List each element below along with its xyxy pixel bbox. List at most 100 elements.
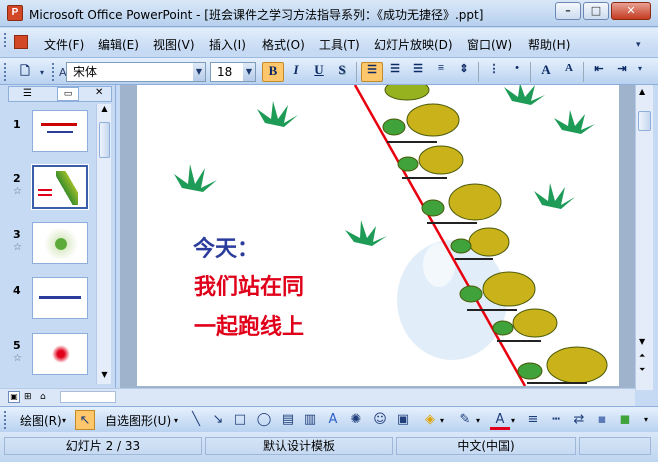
next-slide-icon[interactable]: ⏷ — [639, 365, 645, 375]
scroll-up-icon[interactable]: ▲ — [99, 104, 110, 116]
animation-star-icon: ☆ — [13, 186, 22, 197]
menu-view[interactable]: 视图(V) — [153, 36, 195, 53]
menu-help[interactable]: 帮助(H) — [528, 36, 570, 53]
slide-vertical-scrollbar[interactable]: ▲ ▼ ⏶ ⏷ — [635, 85, 653, 390]
decrease-indent-icon[interactable]: ⇤ — [588, 62, 610, 82]
slide-line-today[interactable]: 今天： — [193, 231, 259, 263]
status-template: 默认设计模板 — [205, 437, 393, 455]
drawing-toolbar: 绘图(R) ▾ ↖ 自选图形(U) ▾ ╲ ↘ □ ◯ ▤ ▥ A ✺ ☺ ▣ … — [0, 406, 658, 432]
align-left-icon[interactable]: ☰ — [361, 62, 383, 82]
slides-tab-icon[interactable]: ▭ — [57, 87, 79, 101]
h-scroll-track[interactable] — [60, 391, 116, 403]
toolbar-options-icon[interactable]: ▾ — [40, 68, 44, 77]
slide-line-3[interactable]: 一起跑线上 — [194, 309, 304, 341]
menubar-options-icon[interactable]: ▾ — [636, 40, 641, 50]
scroll-thumb[interactable] — [99, 122, 110, 158]
wordart-icon[interactable]: A — [323, 410, 343, 430]
chevron-down-icon[interactable]: ▾ — [62, 416, 66, 425]
distribute-icon[interactable]: ≡ — [430, 62, 452, 82]
line-color-icon[interactable]: ✎ — [455, 410, 475, 430]
menu-tools[interactable]: 工具(T) — [319, 36, 360, 53]
grow-font-button[interactable]: A — [535, 62, 557, 82]
scroll-down-icon[interactable]: ▼ — [99, 370, 110, 382]
underline-button[interactable]: U — [308, 62, 330, 82]
font-size-select[interactable]: 18 ▼ — [210, 62, 256, 82]
vertical-textbox-icon[interactable]: ▥ — [300, 410, 320, 430]
shadow-style-icon[interactable]: ▪ — [592, 410, 612, 430]
diagram-icon[interactable]: ✺ — [346, 410, 366, 430]
slide-sorter-icon[interactable]: ⊞ — [24, 391, 36, 403]
toolbar-more-icon[interactable]: ▾ — [644, 415, 648, 424]
chevron-down-icon[interactable]: ▾ — [174, 416, 178, 425]
slide-thumbnail-1[interactable] — [32, 110, 88, 152]
align-right-icon[interactable]: ☰ — [407, 62, 429, 82]
select-objects-icon[interactable]: ↖ — [75, 410, 95, 430]
bullets-icon[interactable]: • — [506, 62, 528, 82]
maximize-button[interactable]: □ — [583, 2, 609, 20]
thumb-text-bar — [38, 189, 52, 191]
picture-icon[interactable]: ▣ — [393, 410, 413, 430]
slideshow-view-icon[interactable]: ⌂ — [40, 391, 52, 403]
slide[interactable]: 今天： 我们站在同 一起跑线上 — [137, 85, 619, 386]
new-document-icon[interactable]: 🗋 — [14, 62, 36, 82]
chevron-down-icon[interactable]: ▼ — [243, 63, 255, 81]
normal-view-icon[interactable]: ▣ — [8, 391, 20, 403]
cartoon-figure-face — [423, 243, 455, 287]
menubar-grip — [4, 33, 7, 47]
align-center-icon[interactable]: ☰ — [384, 62, 406, 82]
slide-thumbnail-4[interactable] — [32, 277, 88, 319]
chevron-down-icon[interactable]: ▾ — [476, 416, 480, 425]
minimize-button[interactable]: – — [555, 2, 581, 20]
font-color-icon[interactable]: A — [490, 410, 510, 430]
slide-thumbnail-5[interactable] — [32, 333, 88, 375]
line-icon[interactable]: ╲ — [186, 410, 206, 430]
menu-window[interactable]: 窗口(W) — [467, 36, 512, 53]
toolbar-more-icon[interactable]: ▾ — [638, 64, 642, 73]
scroll-thumb[interactable] — [638, 111, 651, 131]
outline-tab-icon[interactable]: ☰ — [23, 88, 37, 100]
numbering-icon[interactable]: ⋮ — [483, 62, 505, 82]
rectangle-icon[interactable]: □ — [230, 410, 250, 430]
autoshapes-menu[interactable]: 自选图形(U) — [105, 412, 171, 429]
pane-tabs: ☰ ▭ ✕ — [8, 86, 112, 102]
scroll-down-icon[interactable]: ▼ — [639, 337, 645, 346]
arrow-style-icon[interactable]: ⇄ — [569, 410, 589, 430]
close-button[interactable]: ✕ — [611, 2, 651, 20]
previous-slide-icon[interactable]: ⏶ — [639, 351, 645, 361]
chevron-down-icon[interactable]: ▾ — [440, 416, 444, 425]
oval-icon[interactable]: ◯ — [254, 410, 274, 430]
fill-color-icon[interactable]: ◈ — [420, 410, 440, 430]
slide-thumbnail-2[interactable] — [31, 164, 89, 210]
close-pane-icon[interactable]: ✕ — [95, 87, 103, 98]
slide-thumbnail-3[interactable] — [32, 222, 88, 264]
menu-insert[interactable]: 插入(I) — [209, 36, 246, 53]
bold-button[interactable]: B — [262, 62, 284, 82]
menu-edit[interactable]: 编辑(E) — [98, 36, 139, 53]
shrink-font-button[interactable]: A — [558, 62, 580, 82]
powerpoint-app-icon[interactable]: P — [7, 5, 23, 21]
slide-line-2[interactable]: 我们站在同 — [194, 269, 304, 301]
menu-slideshow[interactable]: 幻灯片放映(D) — [374, 36, 453, 53]
scroll-up-icon[interactable]: ▲ — [639, 87, 645, 96]
line-spacing-icon[interactable]: ⇕ — [453, 62, 475, 82]
thumbnails-scrollbar[interactable]: ▲ ▼ — [96, 104, 111, 384]
document-icon[interactable] — [14, 35, 28, 49]
line-style-icon[interactable]: ≡ — [523, 410, 543, 430]
textbox-icon[interactable]: ▤ — [278, 410, 298, 430]
menu-file[interactable]: 文件(F) — [44, 36, 84, 53]
shadow-button[interactable]: S — [331, 62, 353, 82]
font-name-select[interactable]: 宋体 ▼ — [66, 62, 206, 82]
italic-button[interactable]: I — [285, 62, 307, 82]
draw-menu[interactable]: 绘图(R) — [20, 412, 62, 429]
slide-number: 2 — [13, 172, 21, 185]
chevron-down-icon[interactable]: ▾ — [511, 416, 515, 425]
arrow-icon[interactable]: ↘ — [208, 410, 228, 430]
formatting-toolbar: 🗋 ▾ A 宋体 ▼ 18 ▼ B I U S ☰ ☰ ☰ ≡ ⇕ ⋮ • A … — [0, 57, 658, 85]
menu-format[interactable]: 格式(O) — [262, 36, 305, 53]
horizontal-scrollbar[interactable]: ▣ ⊞ ⌂ — [0, 388, 635, 406]
chevron-down-icon[interactable]: ▼ — [193, 63, 205, 81]
dash-style-icon[interactable]: ┅ — [546, 410, 566, 430]
increase-indent-icon[interactable]: ⇥ — [611, 62, 633, 82]
clipart-icon[interactable]: ☺ — [370, 410, 390, 430]
3d-style-icon[interactable]: ◼ — [615, 410, 635, 430]
